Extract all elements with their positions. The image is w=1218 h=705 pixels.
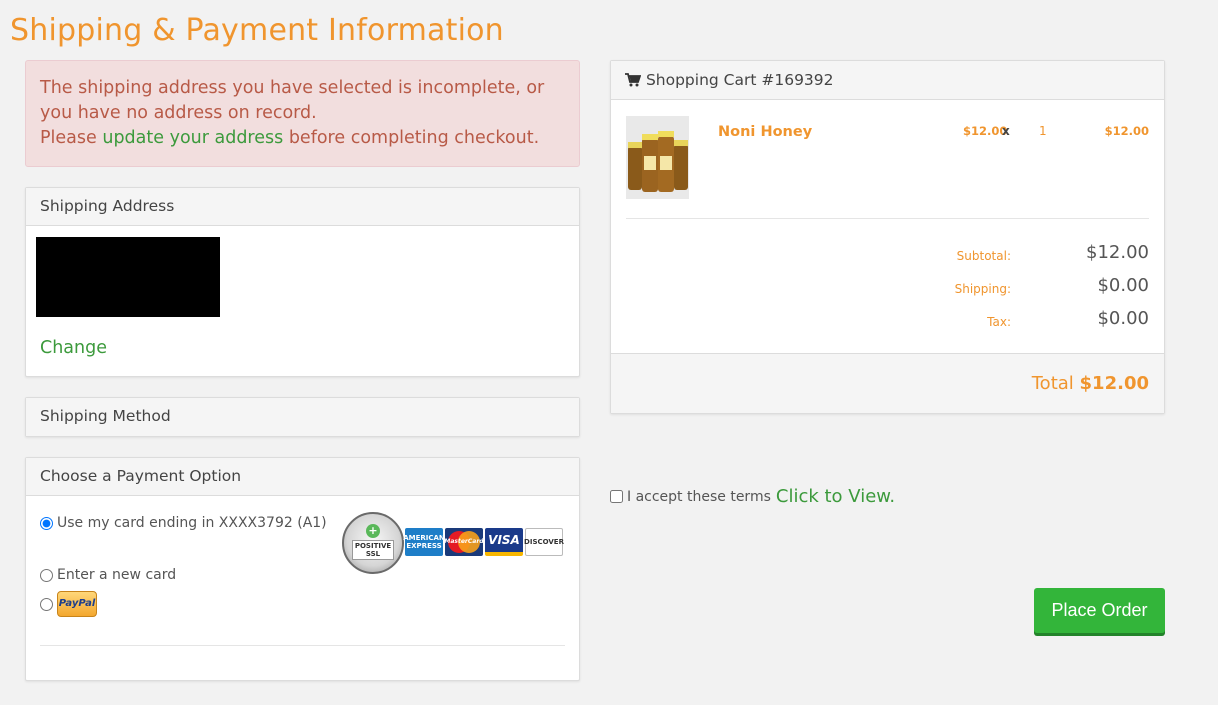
paypal-option[interactable]: PayPal: [40, 591, 97, 617]
cart-heading: Shopping Cart #169392: [611, 61, 1164, 100]
new-card-radio[interactable]: [40, 568, 53, 582]
page-title: Shipping & Payment Information: [10, 13, 504, 48]
address-incomplete-alert: The shipping address you have selected i…: [25, 60, 580, 167]
redacted-address-block: [36, 237, 220, 317]
item-quantity: 1: [1039, 124, 1047, 138]
place-order-button[interactable]: Place Order: [1034, 588, 1165, 633]
paypal-radio[interactable]: [40, 597, 53, 611]
saved-card-radio[interactable]: [40, 516, 53, 530]
shipping-value: $0.00: [1097, 275, 1149, 296]
new-card-label: Enter a new card: [57, 567, 177, 583]
terms-row: I accept these terms Click to View.: [610, 486, 895, 507]
ssl-seal-text: POSITIVE SSL: [352, 540, 394, 560]
alert-message: The shipping address you have selected i…: [40, 78, 545, 123]
shipping-address-panel: Shipping Address Change: [25, 187, 580, 377]
shopping-cart-icon: [625, 73, 641, 87]
shopping-cart-panel: Shopping Cart #169392 Noni Honey $12.00 …: [610, 60, 1165, 414]
discover-icon: DISCOVER: [524, 528, 564, 556]
shipping-label: Shipping:: [954, 282, 1011, 296]
view-terms-link[interactable]: Click to View.: [776, 486, 895, 507]
product-image[interactable]: [626, 116, 689, 199]
shipping-method-panel: Shipping Method: [25, 397, 580, 437]
product-name-link[interactable]: Noni Honey: [718, 124, 812, 140]
cart-title: Shopping Cart #169392: [645, 71, 834, 89]
alert-prefix: Please: [40, 128, 103, 148]
order-total: Total $12.00: [1032, 373, 1149, 394]
change-address-link[interactable]: Change: [40, 338, 107, 358]
mastercard-text: MasterCard: [445, 538, 483, 545]
payment-divider: [40, 645, 565, 646]
tax-label: Tax:: [987, 315, 1011, 329]
total-label: Total: [1031, 373, 1074, 394]
times-sign: x: [1002, 124, 1010, 138]
new-card-option[interactable]: Enter a new card: [40, 567, 176, 583]
accept-terms-label: I accept these terms: [627, 488, 771, 505]
cart-total-footer: Total $12.00: [611, 353, 1164, 413]
mastercard-icon: MasterCard: [445, 528, 483, 556]
shipping-method-heading[interactable]: Shipping Method: [26, 398, 579, 436]
shipping-address-heading: Shipping Address: [26, 188, 579, 226]
total-value: $12.00: [1079, 373, 1149, 394]
subtotal-label: Subtotal:: [956, 249, 1011, 263]
payment-option-panel: Choose a Payment Option Use my card endi…: [25, 457, 580, 681]
saved-card-label: Use my card ending in XXXX3792 (A1): [57, 515, 327, 531]
unit-price: $12.00: [963, 124, 1008, 138]
update-address-link[interactable]: update your address: [102, 128, 283, 148]
positive-ssl-seal: + POSITIVE SSL: [342, 512, 404, 574]
saved-card-option[interactable]: Use my card ending in XXXX3792 (A1): [40, 515, 327, 531]
honey-jars-image: [626, 116, 689, 199]
accept-terms-checkbox[interactable]: [610, 490, 623, 503]
plus-icon: +: [366, 524, 380, 538]
accepted-cards: AMERICAN EXPRESS MasterCard VISA DISCOVE…: [403, 528, 564, 556]
tax-value: $0.00: [1097, 308, 1149, 329]
alert-suffix: before completing checkout.: [283, 128, 540, 148]
payment-heading: Choose a Payment Option: [26, 458, 579, 496]
paypal-logo[interactable]: PayPal: [57, 591, 97, 617]
cart-divider: [626, 218, 1149, 219]
visa-icon: VISA: [485, 528, 523, 556]
line-total: $12.00: [1104, 124, 1149, 138]
amex-icon: AMERICAN EXPRESS: [403, 528, 445, 556]
subtotal-value: $12.00: [1086, 242, 1149, 263]
